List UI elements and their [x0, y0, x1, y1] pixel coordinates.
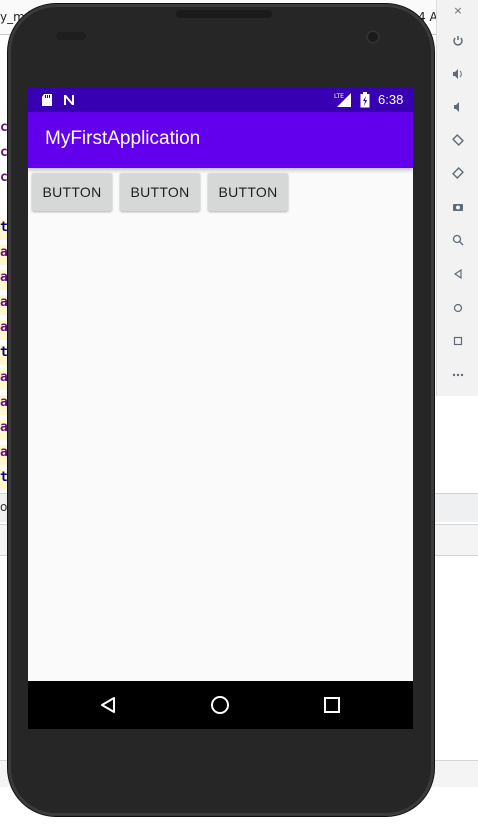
svg-text:LTE: LTE [334, 93, 344, 100]
rotate-right-icon[interactable] [437, 160, 478, 186]
camera-icon[interactable] [437, 194, 478, 220]
button-1[interactable]: BUTTON [32, 173, 112, 211]
app-bar: MyFirstApplication [28, 112, 413, 168]
proximity-sensor [56, 32, 86, 40]
device-screen: LTE 6:38 MyFirstApplication BUTTON BUTTO… [28, 88, 413, 729]
signal-lte-icon: LTE [334, 91, 352, 107]
front-camera [366, 30, 380, 44]
speaker-grill [176, 10, 272, 18]
home-icon[interactable] [437, 295, 478, 321]
nav-back-icon[interactable] [96, 693, 120, 717]
button-3[interactable]: BUTTON [208, 173, 288, 211]
n-logo-icon [62, 92, 76, 108]
emulator-toolbar: × [436, 0, 478, 396]
volume-up-icon[interactable] [437, 61, 478, 87]
nav-overview-icon[interactable] [320, 693, 344, 717]
close-icon[interactable]: × [437, 0, 478, 20]
power-icon[interactable] [437, 28, 478, 54]
rotate-left-icon[interactable] [437, 127, 478, 153]
sd-card-icon [41, 92, 53, 108]
zoom-icon[interactable] [437, 227, 478, 253]
more-icon[interactable] [437, 362, 478, 388]
button-2[interactable]: BUTTON [120, 173, 200, 211]
status-bar: LTE 6:38 [28, 88, 413, 112]
volume-down-icon[interactable] [437, 94, 478, 120]
status-time: 6:38 [378, 92, 404, 107]
app-title: MyFirstApplication [45, 128, 201, 149]
navigation-bar [28, 681, 413, 729]
back-icon[interactable] [437, 261, 478, 287]
nav-home-icon[interactable] [208, 693, 232, 717]
overview-icon[interactable] [437, 328, 478, 354]
battery-charging-icon [360, 92, 370, 108]
